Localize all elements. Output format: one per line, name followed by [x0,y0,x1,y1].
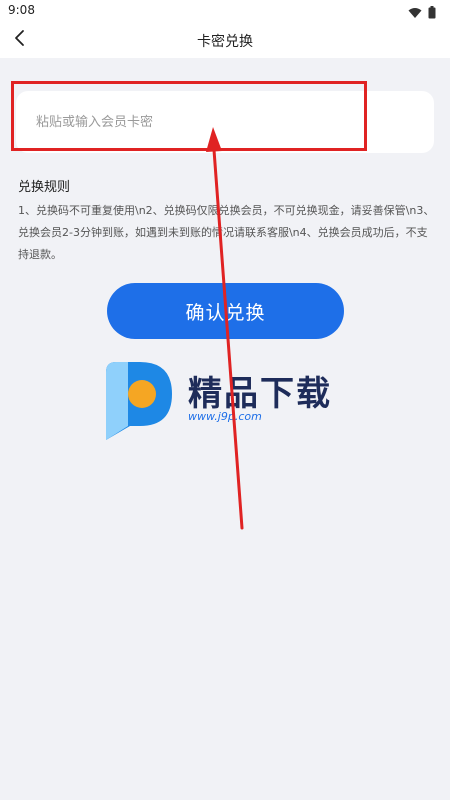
watermark: 精品下载 www.j9p.com [100,360,360,450]
status-time: 9:08 [8,3,35,17]
status-bar: 9:08 [0,0,450,22]
wifi-icon [408,4,422,23]
rules-text: 1、兑换码不可重复使用\n2、兑换码仅限兑换会员，不可兑换现金，请妥善保管\n3… [18,204,435,261]
j9p-logo-icon [106,362,172,440]
battery-icon [428,4,436,23]
card-code-input[interactable] [16,91,434,153]
confirm-redeem-button[interactable]: 确认兑换 [107,283,344,339]
rules-title: 兑换规则 [18,180,71,195]
card-code-field [16,91,434,153]
watermark-url: www.j9p.com [188,410,262,423]
status-icons [408,4,436,23]
watermark-brand: 精品下载 [188,374,332,414]
nav-bar: 卡密兑换 [0,22,450,58]
page-title: 卡密兑换 [197,34,253,50]
